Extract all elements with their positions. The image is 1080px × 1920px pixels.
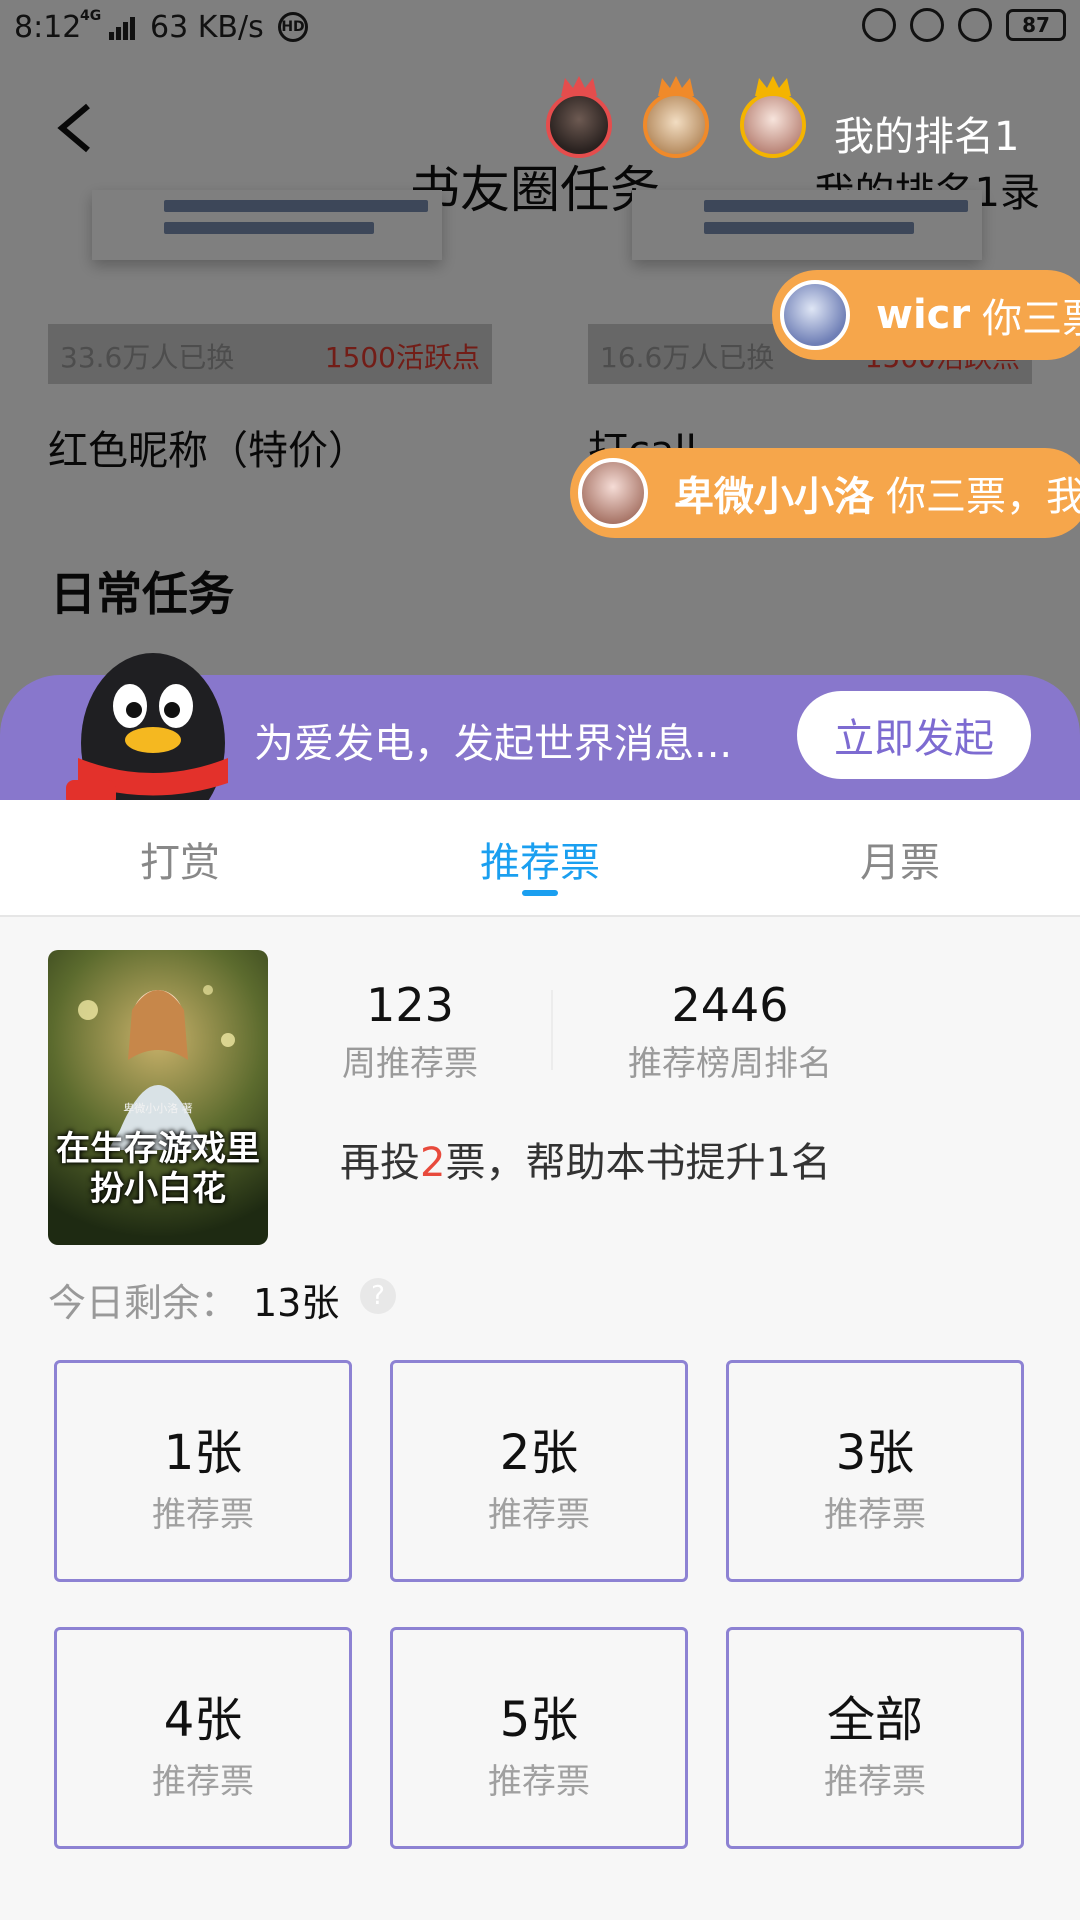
ranking-avatar[interactable] [643, 76, 709, 158]
hint-highlight: 2 [420, 1140, 446, 1186]
danmaku-bubble: wicr 你三票，我 [772, 270, 1080, 360]
help-icon[interactable]: ? [360, 1278, 396, 1314]
vote-unit: 推荐票 [152, 1495, 254, 1535]
ranking-avatar[interactable] [546, 76, 612, 158]
vote-hint: 再投2票，帮助本书提升1名 [340, 1130, 831, 1188]
weekly-recommend-count: 123 [366, 978, 454, 1032]
book-title-line: 在生存游戏里 [56, 1129, 260, 1169]
launch-now-button[interactable]: 立即发起 [797, 691, 1031, 779]
vote-count: 1张 [163, 1425, 243, 1481]
vote-unit: 推荐票 [488, 1762, 590, 1802]
tab-monthly-ticket[interactable]: 月票 [860, 830, 940, 888]
danmaku-message: 你三票，我 [886, 474, 1080, 520]
ranking-avatar[interactable] [740, 76, 806, 158]
tab-bar: 打赏 推荐票 月票 [0, 800, 1080, 917]
vote-option-1[interactable]: 1张 推荐票 [54, 1360, 352, 1582]
danmaku-message: 你三票，我 [982, 296, 1080, 342]
penguin-mascot-icon [66, 653, 228, 800]
weekly-recommend-label: 周推荐票 [342, 1044, 478, 1084]
crown-icon [561, 76, 597, 96]
vote-panel: 打赏 推荐票 月票 卑微小小洛 著 在生存游戏里 扮小白花 123 周推荐票 2… [0, 800, 1080, 1920]
banner-text: 为爱发电，发起世界消息... [254, 721, 733, 767]
book-author: 卑微小小洛 著 [123, 1102, 193, 1115]
my-ranking[interactable]: 我的排名1 [834, 104, 1019, 162]
vote-option-2[interactable]: 2张 推荐票 [390, 1360, 688, 1582]
vote-option-all[interactable]: 全部 推荐票 [726, 1627, 1024, 1849]
book-title-line: 扮小白花 [90, 1169, 226, 1209]
avatar [780, 280, 850, 350]
book-cover: 卑微小小洛 著 在生存游戏里 扮小白花 [48, 950, 268, 1245]
crown-icon [658, 76, 694, 96]
weekly-rank-label: 推荐榜周排名 [628, 1044, 832, 1084]
hint-prefix: 再投 [340, 1140, 420, 1186]
vote-option-3[interactable]: 3张 推荐票 [726, 1360, 1024, 1582]
vote-count: 3张 [835, 1425, 915, 1481]
tab-recommend-ticket[interactable]: 推荐票 [480, 830, 600, 888]
vote-count: 全部 [826, 1692, 923, 1748]
vote-option-4[interactable]: 4张 推荐票 [54, 1627, 352, 1849]
remaining-value: 13张 [253, 1281, 340, 1325]
tab-reward[interactable]: 打赏 [140, 830, 220, 888]
weekly-rank-value: 2446 [671, 978, 789, 1032]
vote-unit: 推荐票 [824, 1495, 926, 1535]
tab-indicator [522, 890, 558, 896]
vote-count: 4张 [163, 1692, 243, 1748]
danmaku-username: 卑微小小洛 [674, 474, 874, 520]
vote-option-5[interactable]: 5张 推荐票 [390, 1627, 688, 1849]
crown-icon [755, 76, 791, 96]
vote-unit: 推荐票 [824, 1762, 926, 1802]
vote-unit: 推荐票 [488, 1495, 590, 1535]
danmaku-username: wicr [876, 292, 971, 338]
book-title: 在生存游戏里 扮小白花 [56, 1129, 260, 1209]
vote-count: 5张 [499, 1692, 579, 1748]
hint-suffix: 票，帮助本书提升1名 [445, 1140, 831, 1186]
stat-divider [551, 990, 553, 1070]
vote-count: 2张 [499, 1425, 579, 1481]
remaining-label: 今日剩余： [48, 1281, 239, 1325]
vote-unit: 推荐票 [152, 1762, 254, 1802]
avatar [578, 458, 648, 528]
danmaku-bubble: 卑微小小洛 你三票，我 [570, 448, 1080, 538]
